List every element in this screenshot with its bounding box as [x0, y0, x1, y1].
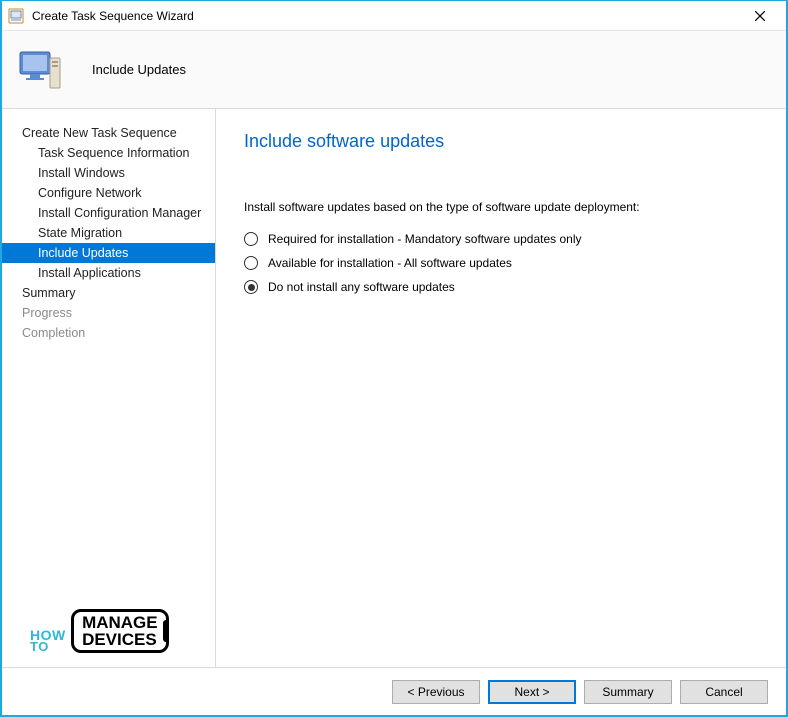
nav-task-sequence-information[interactable]: Task Sequence Information [2, 143, 215, 163]
option-do-not-install[interactable]: Do not install any software updates [244, 280, 758, 294]
content-pane: Include software updates Install softwar… [216, 109, 786, 667]
radio-icon [244, 232, 258, 246]
summary-button[interactable]: Summary [584, 680, 672, 704]
monitor-icon [16, 46, 64, 94]
nav-include-updates[interactable]: Include Updates [2, 243, 215, 263]
logo-devices: DEVICES [82, 631, 158, 648]
close-icon [755, 11, 765, 21]
radio-icon [244, 256, 258, 270]
option-label: Do not install any software updates [268, 280, 455, 294]
nav-install-applications[interactable]: Install Applications [2, 263, 215, 283]
option-required-for-installation[interactable]: Required for installation - Mandatory so… [244, 232, 758, 246]
logo-to: TO [30, 641, 66, 653]
previous-button[interactable]: < Previous [392, 680, 480, 704]
option-label: Required for installation - Mandatory so… [268, 232, 582, 246]
next-button[interactable]: Next > [488, 680, 576, 704]
app-icon [8, 8, 24, 24]
window-title: Create Task Sequence Wizard [32, 9, 740, 23]
option-available-for-installation[interactable]: Available for installation - All softwar… [244, 256, 758, 270]
nav-summary[interactable]: Summary [2, 283, 215, 303]
nav-install-configuration-manager[interactable]: Install Configuration Manager [2, 203, 215, 223]
header-band: Include Updates [2, 31, 786, 109]
footer: < Previous Next > Summary Cancel [2, 667, 786, 715]
page-heading: Include software updates [244, 131, 758, 152]
cancel-button[interactable]: Cancel [680, 680, 768, 704]
wizard-body: Create New Task Sequence Task Sequence I… [2, 109, 786, 667]
nav-install-windows[interactable]: Install Windows [2, 163, 215, 183]
intro-text: Install software updates based on the ty… [244, 200, 758, 214]
nav-progress: Progress [2, 303, 215, 323]
watermark-logo: HOW TO MANAGE DEVICES [30, 609, 169, 653]
titlebar: Create Task Sequence Wizard [2, 1, 786, 31]
option-label: Available for installation - All softwar… [268, 256, 512, 270]
nav-state-migration[interactable]: State Migration [2, 223, 215, 243]
header-page-name: Include Updates [92, 62, 186, 77]
nav-completion: Completion [2, 323, 215, 343]
logo-manage: MANAGE [82, 614, 158, 631]
nav-create-new-task-sequence[interactable]: Create New Task Sequence [2, 123, 215, 143]
nav-configure-network[interactable]: Configure Network [2, 183, 215, 203]
sidebar: Create New Task Sequence Task Sequence I… [2, 109, 216, 667]
close-button[interactable] [740, 2, 780, 30]
radio-icon [244, 280, 258, 294]
